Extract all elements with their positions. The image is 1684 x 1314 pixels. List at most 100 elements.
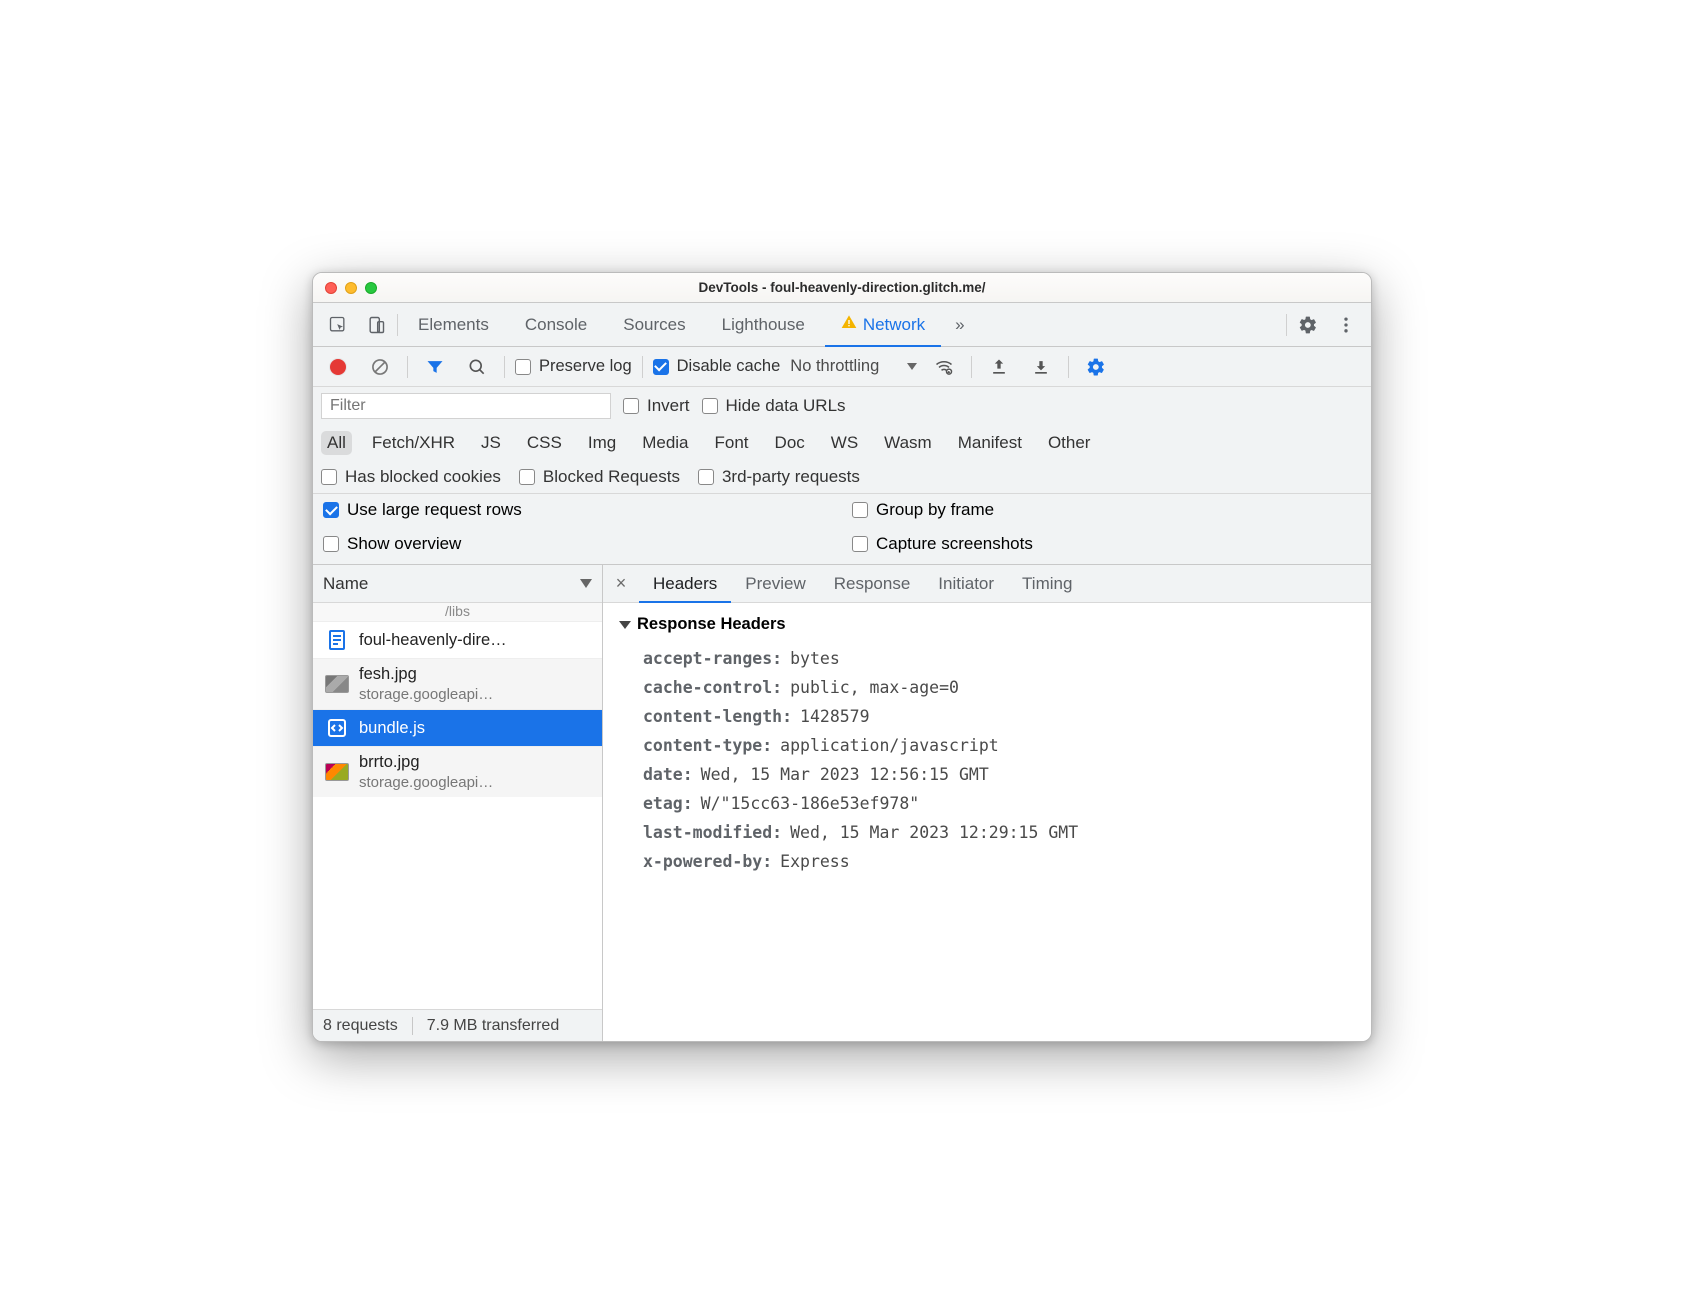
minimize-window-button[interactable] xyxy=(345,282,357,294)
header-value: Wed, 15 Mar 2023 12:29:15 GMT xyxy=(790,823,1078,842)
tab-network[interactable]: Network xyxy=(825,303,941,347)
capture-screenshots-checkbox[interactable]: Capture screenshots xyxy=(852,534,1361,554)
network-toolbar: Preserve log Disable cache No throttling xyxy=(313,347,1371,387)
throttling-select[interactable]: No throttling xyxy=(788,357,919,376)
transferred-size: 7.9 MB transferred xyxy=(427,1017,560,1035)
checkbox-icon xyxy=(519,469,535,485)
request-list-panel: Name /libs foul-heavenly-dire… fesh.j xyxy=(313,565,603,1041)
type-js[interactable]: JS xyxy=(475,431,507,455)
settings-gear-icon[interactable] xyxy=(1291,308,1325,342)
header-row: etag:W/"15cc63-186e53ef978" xyxy=(617,789,1357,818)
checkbox-icon xyxy=(323,502,339,518)
request-row[interactable]: brrto.jpg storage.googleapi… xyxy=(313,746,602,797)
third-party-label: 3rd-party requests xyxy=(722,467,860,487)
device-toolbar-icon[interactable] xyxy=(359,308,393,342)
invert-label: Invert xyxy=(647,396,690,416)
type-media[interactable]: Media xyxy=(636,431,694,455)
filter-input[interactable] xyxy=(321,393,611,419)
has-blocked-cookies-checkbox[interactable]: Has blocked cookies xyxy=(321,467,501,487)
details-tab-headers[interactable]: Headers xyxy=(639,565,731,603)
tab-console[interactable]: Console xyxy=(509,303,603,347)
section-label: Response Headers xyxy=(637,615,786,634)
search-icon[interactable] xyxy=(460,350,494,384)
tabs-overflow[interactable]: » xyxy=(945,303,974,347)
group-by-frame-checkbox[interactable]: Group by frame xyxy=(852,500,1361,520)
filter-bar: Invert Hide data URLs All Fetch/XHR JS C… xyxy=(313,387,1371,494)
header-key: content-type: xyxy=(643,736,772,755)
separator xyxy=(642,356,643,378)
invert-checkbox[interactable]: Invert xyxy=(623,396,690,416)
details-body[interactable]: Response Headers accept-ranges:bytes cac… xyxy=(603,603,1371,1041)
filter-row-1: Invert Hide data URLs xyxy=(313,387,1371,425)
header-value: application/javascript xyxy=(780,736,999,755)
blocked-requests-checkbox[interactable]: Blocked Requests xyxy=(519,467,680,487)
use-large-rows-checkbox[interactable]: Use large request rows xyxy=(323,500,832,520)
kebab-menu-icon[interactable] xyxy=(1329,308,1363,342)
request-list-header[interactable]: Name xyxy=(313,565,602,603)
header-value: public, max-age=0 xyxy=(790,678,959,697)
type-wasm[interactable]: Wasm xyxy=(878,431,938,455)
zoom-window-button[interactable] xyxy=(365,282,377,294)
request-row-selected[interactable]: bundle.js xyxy=(313,709,602,746)
details-tabs: × Headers Preview Response Initiator Tim… xyxy=(603,565,1371,603)
tab-elements[interactable]: Elements xyxy=(402,303,505,347)
type-img[interactable]: Img xyxy=(582,431,622,455)
filter-funnel-icon[interactable] xyxy=(418,350,452,384)
network-settings-gear-icon[interactable] xyxy=(1079,350,1113,384)
request-details-panel: × Headers Preview Response Initiator Tim… xyxy=(603,565,1371,1041)
details-tab-preview[interactable]: Preview xyxy=(731,565,819,603)
tab-sources[interactable]: Sources xyxy=(607,303,701,347)
type-ws[interactable]: WS xyxy=(825,431,864,455)
tab-lighthouse[interactable]: Lighthouse xyxy=(706,303,821,347)
request-row[interactable]: fesh.jpg storage.googleapi… xyxy=(313,658,602,709)
network-conditions-icon[interactable] xyxy=(927,350,961,384)
image-thumb-icon xyxy=(325,672,349,696)
request-name: bundle.js xyxy=(359,719,425,738)
capture-screenshots-label: Capture screenshots xyxy=(876,534,1033,554)
sort-caret-icon xyxy=(580,579,592,588)
header-row: last-modified:Wed, 15 Mar 2023 12:29:15 … xyxy=(617,818,1357,847)
type-font[interactable]: Font xyxy=(709,431,755,455)
requests-count: 8 requests xyxy=(323,1017,398,1035)
third-party-checkbox[interactable]: 3rd-party requests xyxy=(698,467,860,487)
details-tab-response[interactable]: Response xyxy=(820,565,925,603)
divider xyxy=(397,314,398,336)
header-value: Express xyxy=(780,852,850,871)
checkbox-icon xyxy=(702,398,718,414)
record-button[interactable] xyxy=(321,350,355,384)
close-details-icon[interactable]: × xyxy=(603,573,639,594)
clear-button[interactable] xyxy=(363,350,397,384)
details-tab-initiator[interactable]: Initiator xyxy=(924,565,1008,603)
checkbox-icon xyxy=(623,398,639,414)
separator xyxy=(504,356,505,378)
separator xyxy=(971,356,972,378)
disable-cache-checkbox[interactable]: Disable cache xyxy=(653,357,781,376)
type-doc[interactable]: Doc xyxy=(769,431,811,455)
separator xyxy=(407,356,408,378)
hide-data-urls-checkbox[interactable]: Hide data URLs xyxy=(702,396,846,416)
request-row[interactable]: foul-heavenly-dire… xyxy=(313,621,602,658)
type-fetchxhr[interactable]: Fetch/XHR xyxy=(366,431,461,455)
download-har-icon[interactable] xyxy=(1024,350,1058,384)
inspect-element-icon[interactable] xyxy=(321,308,355,342)
header-row: accept-ranges:bytes xyxy=(617,644,1357,673)
type-other[interactable]: Other xyxy=(1042,431,1097,455)
type-css[interactable]: CSS xyxy=(521,431,568,455)
preserve-log-checkbox[interactable]: Preserve log xyxy=(515,357,632,376)
upload-har-icon[interactable] xyxy=(982,350,1016,384)
warning-icon xyxy=(841,314,857,335)
details-tab-timing[interactable]: Timing xyxy=(1008,565,1086,603)
request-list-body[interactable]: /libs foul-heavenly-dire… fesh.jpg stora… xyxy=(313,603,602,1009)
separator xyxy=(1068,356,1069,378)
show-overview-checkbox[interactable]: Show overview xyxy=(323,534,832,554)
close-window-button[interactable] xyxy=(325,282,337,294)
caret-down-icon xyxy=(907,363,917,370)
type-manifest[interactable]: Manifest xyxy=(952,431,1028,455)
header-key: cache-control: xyxy=(643,678,782,697)
type-all[interactable]: All xyxy=(321,431,352,455)
header-row: cache-control: public, max-age=0 xyxy=(617,673,1357,702)
checkbox-icon xyxy=(852,502,868,518)
response-headers-title[interactable]: Response Headers xyxy=(621,615,1357,634)
script-icon xyxy=(325,716,349,740)
split-view: Name /libs foul-heavenly-dire… fesh.j xyxy=(313,565,1371,1041)
